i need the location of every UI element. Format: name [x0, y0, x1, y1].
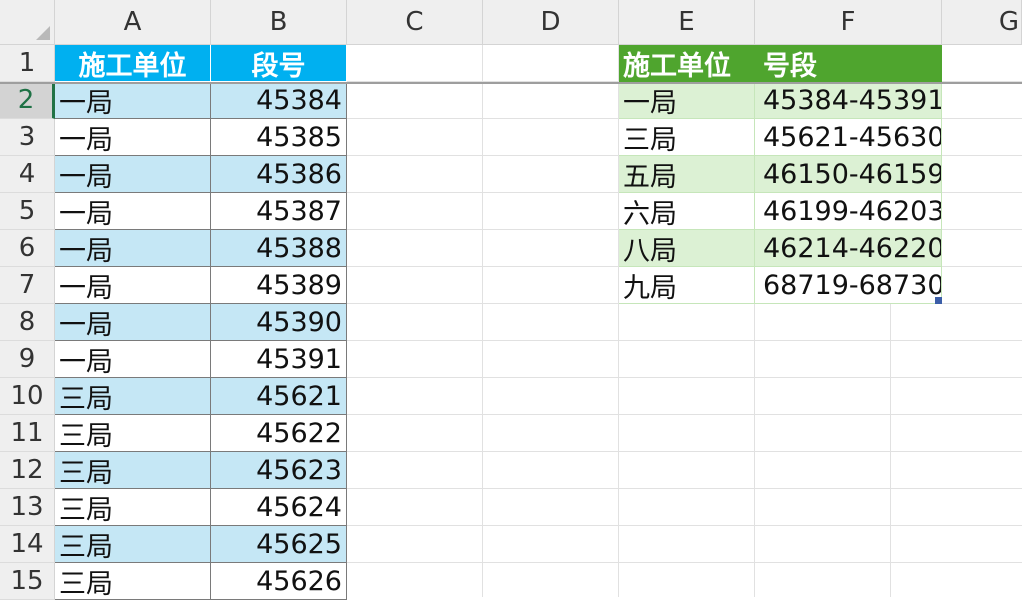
- table-a-cell-unit[interactable]: 一局: [55, 119, 211, 156]
- table-b-header-range[interactable]: 号段: [755, 45, 942, 82]
- column-header-f[interactable]: F: [755, 0, 942, 45]
- table-a-cell-unit[interactable]: 一局: [55, 156, 211, 193]
- table-a-cell-unit[interactable]: 一局: [55, 230, 211, 267]
- table-a-cell-unit[interactable]: 三局: [55, 489, 211, 526]
- table-a-cell-unit[interactable]: 三局: [55, 526, 211, 563]
- table-a-cell-unit[interactable]: 三局: [55, 452, 211, 489]
- row-header-14[interactable]: 14: [0, 526, 55, 563]
- select-all-triangle-icon: [36, 26, 50, 40]
- column-header-a[interactable]: A: [55, 0, 211, 45]
- table-a-cell-number[interactable]: 45388: [211, 230, 347, 267]
- table-a-cell-number[interactable]: 45625: [211, 526, 347, 563]
- column-header-d[interactable]: D: [483, 0, 619, 45]
- row-header-3[interactable]: 3: [0, 119, 55, 156]
- table-a-cell-number[interactable]: 45391: [211, 341, 347, 378]
- table-a-cell-unit[interactable]: 一局: [55, 82, 211, 119]
- table-a-cell-number[interactable]: 45387: [211, 193, 347, 230]
- table-a-cell-number[interactable]: 45623: [211, 452, 347, 489]
- table-a-header-unit[interactable]: 施工单位: [55, 45, 211, 82]
- row-header-2[interactable]: 2: [0, 82, 55, 119]
- table-b-cell-range[interactable]: 45621-45630: [755, 119, 942, 156]
- table-a-cell-number[interactable]: 45390: [211, 304, 347, 341]
- table-b-cell-unit[interactable]: 六局: [619, 193, 755, 230]
- table-b-cell-unit[interactable]: 九局: [619, 267, 755, 304]
- row-header-1[interactable]: 1: [0, 45, 55, 82]
- table-a-cell-number[interactable]: 45621: [211, 378, 347, 415]
- table-b-header-unit[interactable]: 施工单位: [619, 45, 755, 82]
- table-a-cell-unit[interactable]: 一局: [55, 341, 211, 378]
- column-header-e[interactable]: E: [619, 0, 755, 45]
- table-a-cell-unit[interactable]: 三局: [55, 378, 211, 415]
- row-header-15[interactable]: 15: [0, 563, 55, 600]
- freeze-pane-divider: [0, 82, 1022, 84]
- select-all-corner[interactable]: [0, 0, 55, 45]
- table-a-cell-number[interactable]: 45622: [211, 415, 347, 452]
- table-resize-handle[interactable]: [935, 297, 942, 304]
- table-b-cell-unit[interactable]: 八局: [619, 230, 755, 267]
- column-header-c[interactable]: C: [347, 0, 483, 45]
- table-b-cell-range[interactable]: 45384-45391: [755, 82, 942, 119]
- table-a-cell-number[interactable]: 45389: [211, 267, 347, 304]
- row-header-9[interactable]: 9: [0, 341, 55, 378]
- column-header-b[interactable]: B: [211, 0, 347, 45]
- table-b-cell-range[interactable]: 46150-46159: [755, 156, 942, 193]
- column-header-g[interactable]: G: [942, 0, 1022, 45]
- table-a-cell-unit[interactable]: 三局: [55, 563, 211, 600]
- table-b-cell-unit[interactable]: 五局: [619, 156, 755, 193]
- row-header-13[interactable]: 13: [0, 489, 55, 526]
- row-header-5[interactable]: 5: [0, 193, 55, 230]
- table-a-cell-number[interactable]: 45386: [211, 156, 347, 193]
- row-header-7[interactable]: 7: [0, 267, 55, 304]
- table-a-cell-number[interactable]: 45384: [211, 82, 347, 119]
- table-a-cell-unit[interactable]: 一局: [55, 304, 211, 341]
- row-header-8[interactable]: 8: [0, 304, 55, 341]
- row-header-12[interactable]: 12: [0, 452, 55, 489]
- table-a-cell-unit[interactable]: 一局: [55, 267, 211, 304]
- row-header-6[interactable]: 6: [0, 230, 55, 267]
- row-header-4[interactable]: 4: [0, 156, 55, 193]
- row-header-11[interactable]: 11: [0, 415, 55, 452]
- table-a-cell-number[interactable]: 45385: [211, 119, 347, 156]
- table-a-header-number[interactable]: 段号: [211, 45, 347, 82]
- table-a-cell-number[interactable]: 45624: [211, 489, 347, 526]
- table-a-cell-number[interactable]: 45626: [211, 563, 347, 600]
- table-b-cell-range[interactable]: 46214-46220: [755, 230, 942, 267]
- table-a-cell-unit[interactable]: 三局: [55, 415, 211, 452]
- table-b-cell-range[interactable]: 46199-46203: [755, 193, 942, 230]
- table-a-cell-unit[interactable]: 一局: [55, 193, 211, 230]
- table-b-cell-unit[interactable]: 三局: [619, 119, 755, 156]
- table-b-cell-range[interactable]: 68719-68730: [755, 267, 942, 304]
- row-header-10[interactable]: 10: [0, 378, 55, 415]
- table-b-cell-unit[interactable]: 一局: [619, 82, 755, 119]
